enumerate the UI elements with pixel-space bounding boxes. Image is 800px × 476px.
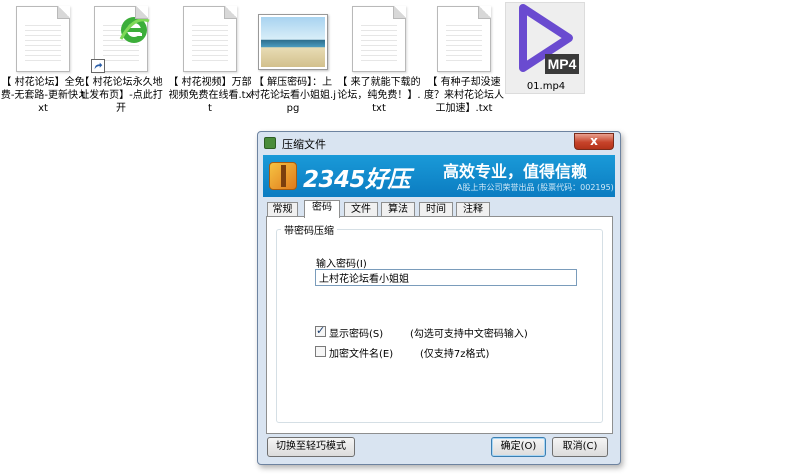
- desktop-file-7[interactable]: MP4 01.mp4: [503, 2, 589, 122]
- switch-mode-button[interactable]: 切换至轻巧模式: [267, 437, 355, 457]
- desktop-file-6[interactable]: 【 有种子却没速度？来村花论坛人工加速】.txt: [421, 2, 507, 122]
- archive-logo-icon: [269, 162, 297, 190]
- ok-button[interactable]: 确定(O): [491, 437, 546, 457]
- compress-dialog: 压缩文件 x 2345好压 高效专业，值得信赖 A股上市公司荣誉出品 (股票代码…: [257, 131, 621, 465]
- shortcut-arrow-icon: [91, 59, 105, 73]
- file-label: 【 村花论坛永久地址发布页】-点此打开: [79, 77, 163, 114]
- video-file-icon: MP4: [519, 4, 579, 74]
- show-password-checkbox[interactable]: [315, 324, 326, 337]
- brand-name: 2345好压: [303, 167, 411, 193]
- password-panel: 带密码压缩 输入密码(I) 显示密码(S) (勾选可支持中文密码输入) 加密文件…: [266, 216, 613, 434]
- file-label: 【 解压密码】：上村花论坛看小姐姐.jpg: [250, 77, 336, 114]
- encrypt-names-checkbox[interactable]: [315, 346, 326, 357]
- tab-files[interactable]: 文件: [344, 202, 378, 217]
- text-file-icon: [352, 6, 406, 72]
- show-password-hint: (勾选可支持中文密码输入): [410, 329, 528, 340]
- dialog-title: 压缩文件: [282, 138, 326, 151]
- close-button[interactable]: x: [574, 133, 614, 150]
- tab-algorithm[interactable]: 算法: [381, 202, 415, 217]
- file-label: 【 村花论坛】全免费-无套路-更新快.txt: [0, 77, 86, 114]
- internet-explorer-icon: [119, 17, 150, 43]
- cancel-button[interactable]: 取消(C): [552, 437, 608, 457]
- show-password-option[interactable]: 显示密码(S) (勾选可支持中文密码输入): [315, 324, 595, 340]
- tab-comment[interactable]: 注释: [456, 202, 490, 217]
- encrypt-names-label: 加密文件名(E): [329, 349, 394, 360]
- desktop-file-2[interactable]: 【 村花论坛永久地址发布页】-点此打开: [78, 2, 164, 122]
- group-title: 带密码压缩: [281, 222, 337, 237]
- desktop-file-3[interactable]: 【 村花视频】万部视频免费在线看.txt: [167, 2, 253, 122]
- text-file-icon: [16, 6, 70, 72]
- brand-banner: 2345好压 高效专业，值得信赖 A股上市公司荣誉出品 (股票代码：002195…: [263, 155, 615, 197]
- show-password-label: 显示密码(S): [329, 329, 384, 340]
- desktop: 【 村花论坛】全免费-无套路-更新快.txt 【 村花论坛永久地址发布页】-点此…: [0, 0, 800, 476]
- file-label: 【 村花视频】万部视频免费在线看.txt: [168, 77, 252, 114]
- text-file-icon: [437, 6, 491, 72]
- password-label: 输入密码(I): [316, 259, 367, 270]
- image-file-icon: [258, 14, 328, 70]
- tab-password[interactable]: 密码: [304, 200, 340, 218]
- desktop-file-4[interactable]: 【 解压密码】：上村花论坛看小姐姐.jpg: [250, 2, 336, 122]
- password-input[interactable]: [315, 269, 577, 286]
- ie-shortcut-icon: [91, 6, 150, 73]
- tab-general[interactable]: 常规: [267, 202, 298, 217]
- desktop-file-5[interactable]: 【 来了就能下载的论坛，纯免费！】.txt: [336, 2, 422, 122]
- brand-subtitle: A股上市公司荣誉出品 (股票代码：002195): [457, 183, 614, 192]
- tab-time[interactable]: 时间: [419, 202, 453, 217]
- file-label: 【 来了就能下载的论坛，纯免费！】.txt: [337, 77, 421, 114]
- encrypt-names-hint: (仅支持7z格式): [420, 349, 490, 360]
- desktop-file-1[interactable]: 【 村花论坛】全免费-无套路-更新快.txt: [0, 2, 86, 122]
- file-label: 01.mp4: [526, 81, 566, 92]
- mp4-badge: MP4: [548, 56, 577, 72]
- file-label: 【 有种子却没速度？来村花论坛人工加速】.txt: [424, 77, 504, 114]
- app-icon: [264, 137, 276, 149]
- encrypt-names-option[interactable]: 加密文件名(E) (仅支持7z格式): [315, 345, 595, 360]
- title-bar[interactable]: 压缩文件 x: [258, 132, 620, 154]
- text-file-icon: [183, 6, 237, 72]
- brand-slogan: 高效专业，值得信赖: [443, 162, 588, 181]
